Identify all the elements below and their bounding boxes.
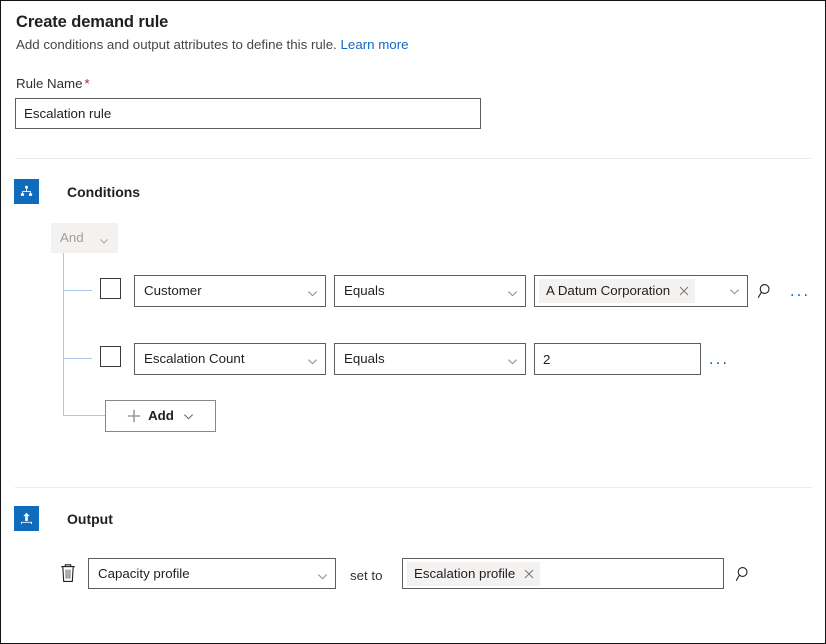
selected-value-token-label: Escalation profile [414,565,515,583]
conditions-section-title: Conditions [67,182,140,202]
output-section-title: Output [67,509,113,529]
chevron-down-icon [317,569,327,579]
panel-header: Create demand rule Add conditions and ou… [16,11,409,54]
chevron-down-icon [307,286,317,296]
output-upload-icon [14,506,39,531]
conditions-hierarchy-icon [14,179,39,204]
add-condition-button[interactable]: Add [105,400,216,432]
output-attribute-value: Capacity profile [98,565,190,583]
rule-name-label: Rule Name* [16,75,90,93]
close-icon[interactable] [522,567,536,581]
chevron-down-icon [507,354,517,364]
plus-icon [127,409,141,423]
trash-icon[interactable] [57,561,79,585]
required-asterisk: * [83,76,90,91]
group-operator-dropdown[interactable]: And [51,223,118,253]
condition-row-checkbox[interactable] [100,278,121,299]
condition-operator-dropdown[interactable]: Equals [334,343,526,375]
output-attribute-dropdown[interactable]: Capacity profile [88,558,336,589]
selected-value-token: A Datum Corporation [539,279,695,303]
output-value-picker[interactable]: Escalation profile [402,558,724,589]
condition-value-input[interactable] [534,343,701,375]
close-icon[interactable] [677,284,691,298]
create-demand-rule-panel: Create demand rule Add conditions and ou… [0,0,826,644]
condition-operator-value: Equals [344,282,385,300]
page-subtitle: Add conditions and output attributes to … [16,36,409,54]
chevron-down-icon [307,354,317,364]
learn-more-link[interactable]: Learn more [341,37,409,52]
condition-operator-value: Equals [344,350,385,368]
condition-row-checkbox[interactable] [100,346,121,367]
chevron-down-icon [183,411,194,422]
divider-conditions [15,158,812,159]
page-title: Create demand rule [16,11,409,33]
condition-row-more-options-button[interactable]: ... [787,278,813,304]
ellipsis-icon: ... [790,286,810,296]
condition-attribute-dropdown[interactable]: Escalation Count [134,343,326,375]
chevron-down-icon [507,286,517,296]
rule-name-input[interactable] [15,98,481,129]
condition-attribute-value: Escalation Count [144,350,245,368]
group-operator-value: And [60,229,84,247]
condition-value-picker[interactable]: A Datum Corporation [534,275,748,307]
condition-row-more-options-button[interactable]: ... [706,346,732,372]
rule-name-label-text: Rule Name [16,76,83,91]
add-condition-label: Add [148,407,174,425]
condition-attribute-value: Customer [144,282,202,300]
output-value-search-icon[interactable] [731,561,757,587]
tree-connector-row-1 [63,290,92,291]
tree-connector-add [63,415,105,416]
conditions-section-header: Conditions [14,179,140,204]
condition-attribute-dropdown[interactable]: Customer [134,275,326,307]
tree-connector-row-2 [63,358,92,359]
tree-connector-vertical [63,253,64,416]
condition-value-search-icon[interactable] [753,278,779,304]
chevron-down-icon [99,233,109,243]
selected-value-token-label: A Datum Corporation [546,282,670,300]
page-subtitle-text: Add conditions and output attributes to … [16,37,337,52]
condition-operator-dropdown[interactable]: Equals [334,275,526,307]
ellipsis-icon: ... [709,354,729,364]
selected-value-token: Escalation profile [407,562,540,586]
output-connector-label: set to [350,567,383,585]
output-section-header: Output [14,506,113,531]
chevron-down-icon[interactable] [725,282,743,300]
divider-output [15,487,812,488]
